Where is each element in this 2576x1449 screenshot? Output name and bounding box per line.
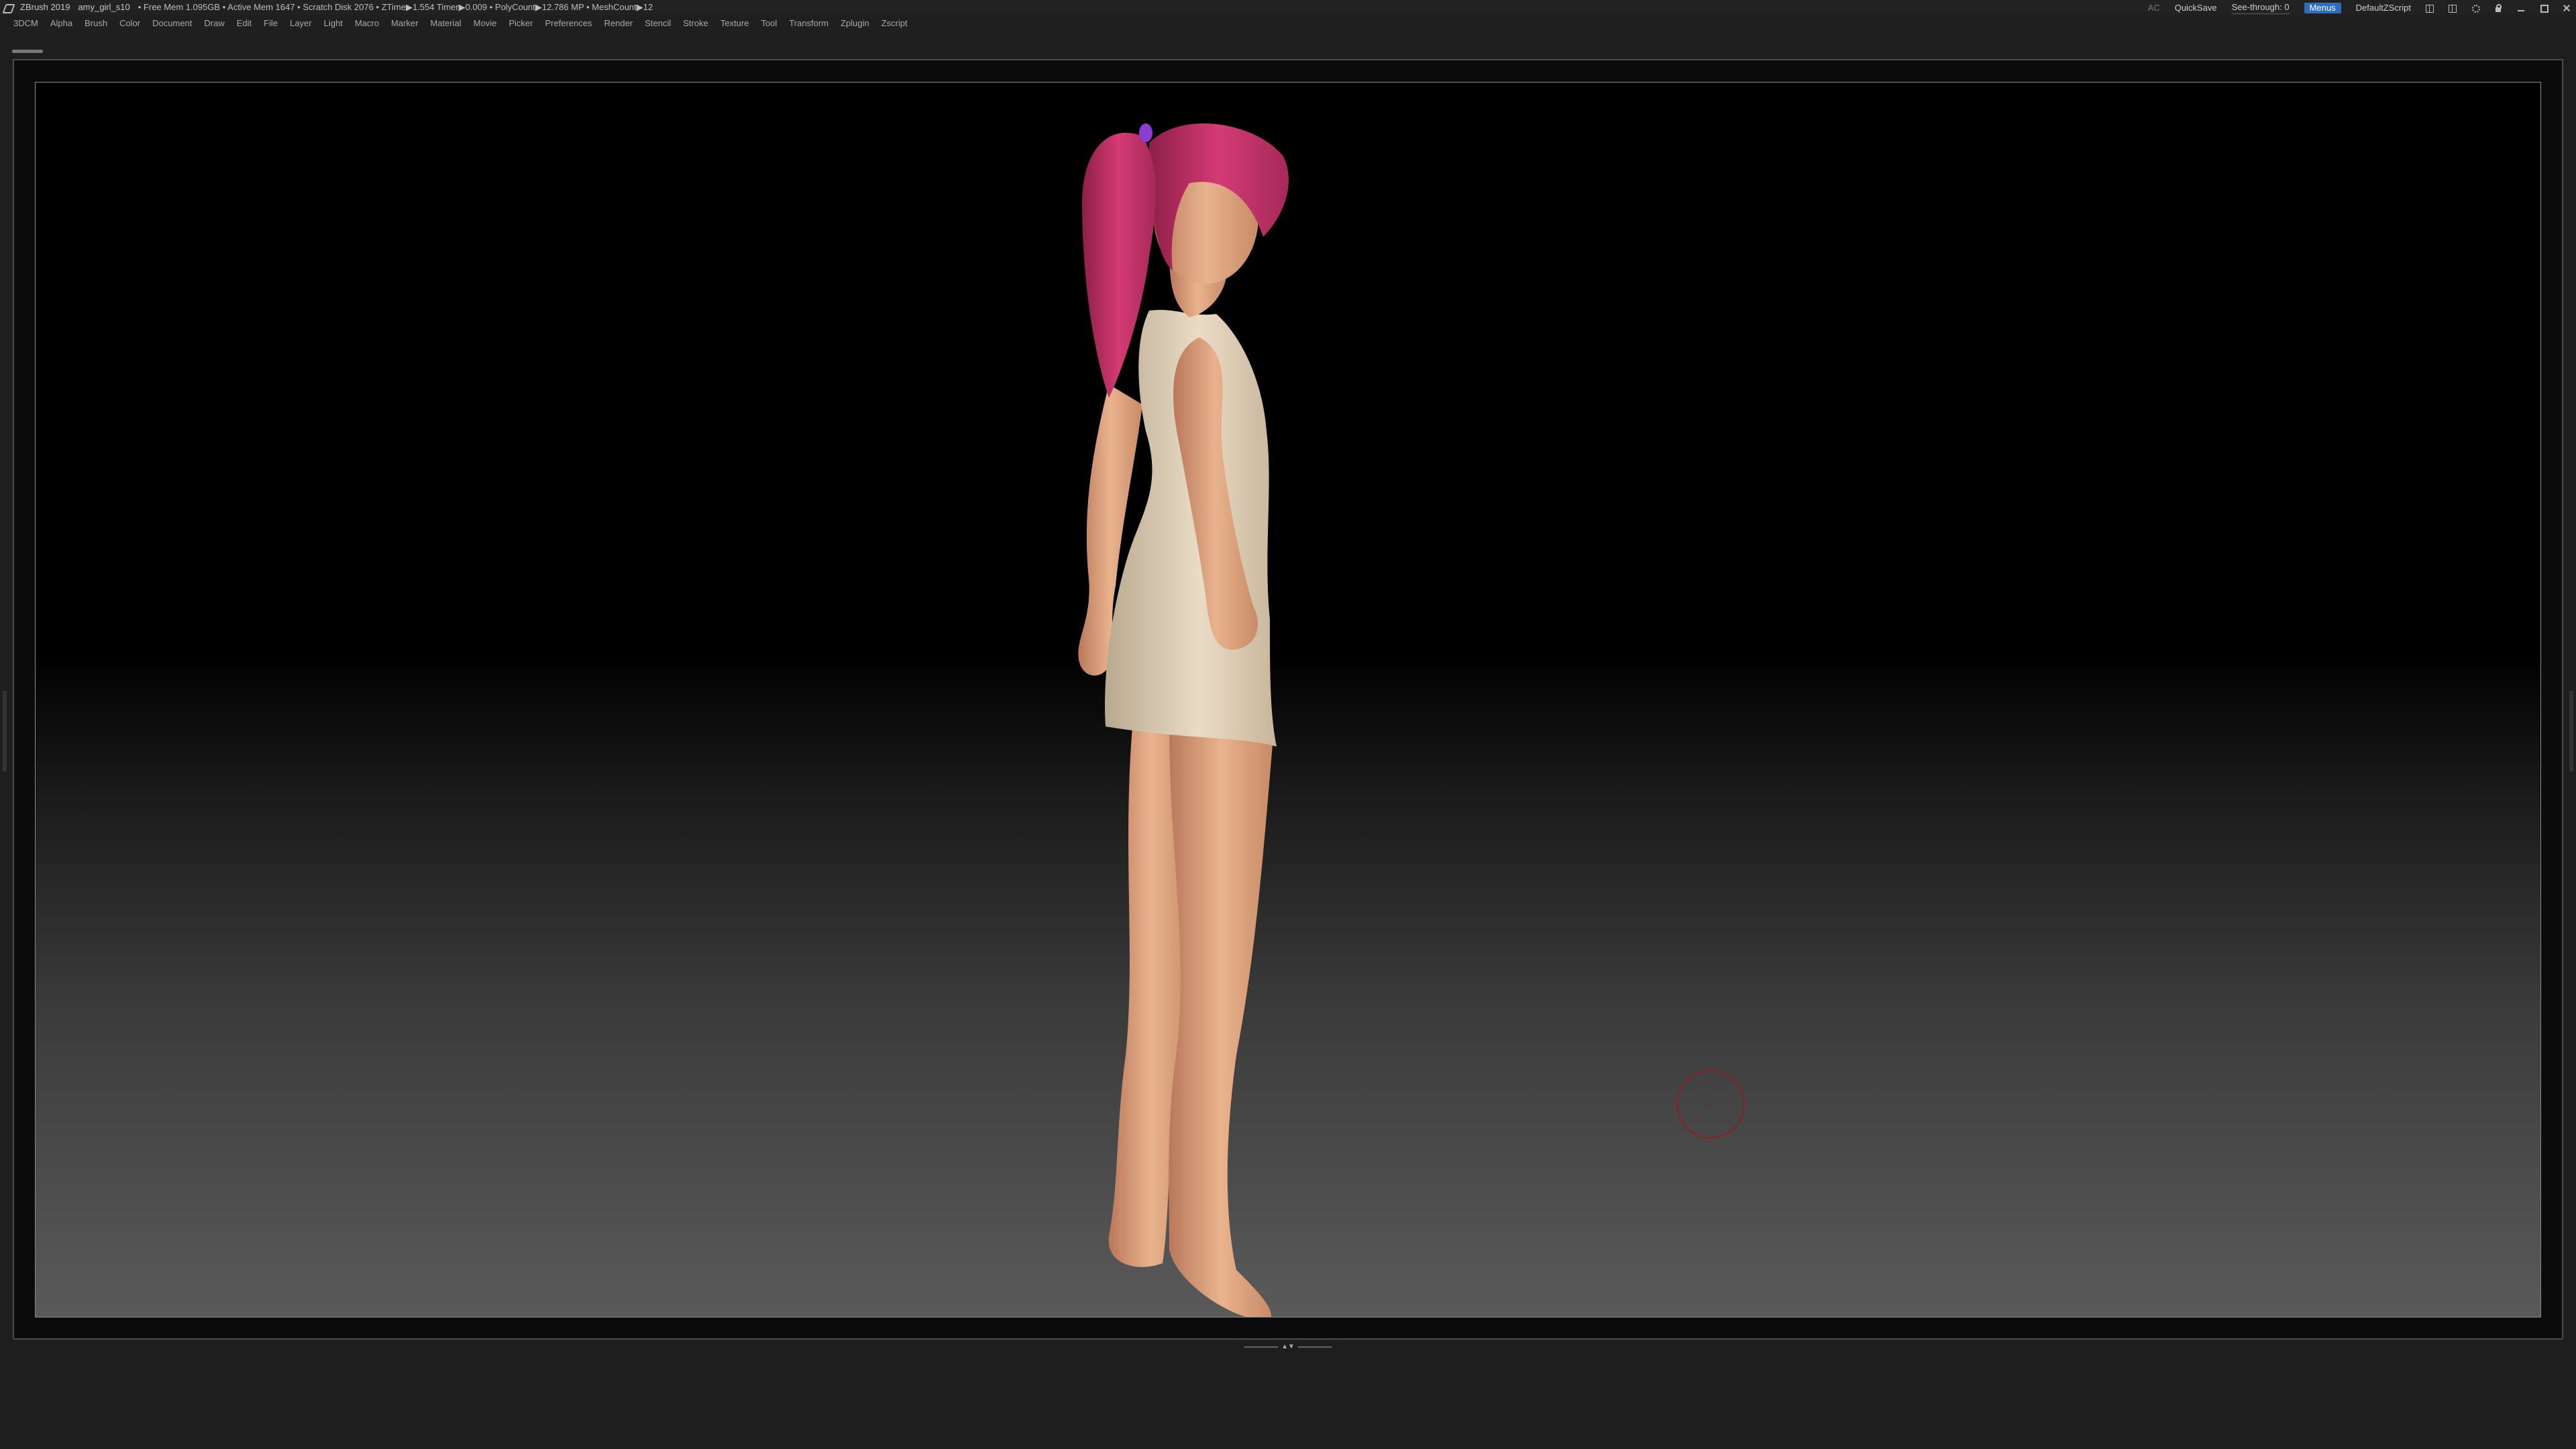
layout-icon[interactable] — [2426, 4, 2434, 13]
menus-toggle-button[interactable]: Menus — [2304, 3, 2341, 13]
menu-alpha[interactable]: Alpha — [50, 15, 72, 32]
main-menu-bar: 3DCM Alpha Brush Color Document Draw Edi… — [0, 15, 2576, 32]
menu-material[interactable]: Material — [430, 15, 461, 32]
menu-3dcm[interactable]: 3DCM — [13, 15, 38, 32]
layout-alt-icon[interactable] — [2449, 4, 2457, 13]
3d-model-girl — [1078, 123, 1289, 1317]
viewport-canvas[interactable] — [35, 82, 2541, 1318]
left-tray-toggle[interactable] — [3, 691, 7, 771]
menu-draw[interactable]: Draw — [204, 15, 224, 32]
menu-zscript[interactable]: Zscript — [881, 15, 908, 32]
quicksave-button[interactable]: QuickSave — [2175, 1, 2217, 15]
model-hair-tie — [1139, 123, 1152, 142]
lock-icon[interactable] — [2494, 4, 2502, 12]
see-through-label: See-through: 0 — [2231, 2, 2290, 12]
file-name: amy_girl_s10 — [78, 2, 130, 12]
bottom-tray-toggle[interactable]: ▲▼ — [1244, 1344, 1332, 1350]
menu-stroke[interactable]: Stroke — [683, 15, 708, 32]
menu-picker[interactable]: Picker — [508, 15, 533, 32]
menu-brush[interactable]: Brush — [85, 15, 107, 32]
menu-preferences[interactable]: Preferences — [545, 15, 592, 32]
default-zscript-button[interactable]: DefaultZScript — [2356, 1, 2411, 15]
zbrush-logo-icon — [3, 3, 12, 12]
menu-layer[interactable]: Layer — [290, 15, 312, 32]
bottom-handle-line-right — [1298, 1346, 1332, 1348]
menu-zplugin[interactable]: Zplugin — [841, 15, 869, 32]
bottom-handle-line-left — [1244, 1346, 1278, 1348]
maximize-icon[interactable] — [2540, 4, 2548, 13]
memory-stats: • Free Mem 1.095GB • Active Mem 1647 • S… — [138, 2, 653, 12]
gear-icon[interactable] — [2471, 4, 2480, 13]
menu-render[interactable]: Render — [604, 15, 633, 32]
app-name: ZBrush 2019 — [20, 2, 70, 12]
menu-file[interactable]: File — [264, 15, 278, 32]
title-bar: ZBrush 2019 amy_girl_s10 • Free Mem 1.09… — [0, 0, 2576, 15]
menu-movie[interactable]: Movie — [474, 15, 497, 32]
menu-tool[interactable]: Tool — [761, 15, 777, 32]
model-front-leg — [1169, 727, 1273, 1317]
minimize-icon[interactable] — [2517, 4, 2525, 12]
document-tab-handle[interactable] — [12, 50, 43, 53]
menu-color[interactable]: Color — [119, 15, 140, 32]
menu-texture[interactable]: Texture — [720, 15, 749, 32]
menu-document[interactable]: Document — [152, 15, 192, 32]
see-through-slider[interactable]: See-through: 0 — [2231, 0, 2290, 16]
right-tray-toggle[interactable] — [2569, 691, 2573, 771]
menu-macro[interactable]: Macro — [355, 15, 379, 32]
menu-light[interactable]: Light — [324, 15, 343, 32]
menu-edit[interactable]: Edit — [237, 15, 252, 32]
menu-stencil[interactable]: Stencil — [645, 15, 671, 32]
ac-button[interactable]: AC — [2148, 1, 2160, 15]
menu-transform[interactable]: Transform — [789, 15, 828, 32]
brush-cursor-icon — [1676, 1070, 1745, 1138]
expand-arrows-icon: ▲▼ — [1281, 1343, 1295, 1350]
close-icon[interactable] — [2563, 4, 2571, 12]
menu-marker[interactable]: Marker — [391, 15, 418, 32]
